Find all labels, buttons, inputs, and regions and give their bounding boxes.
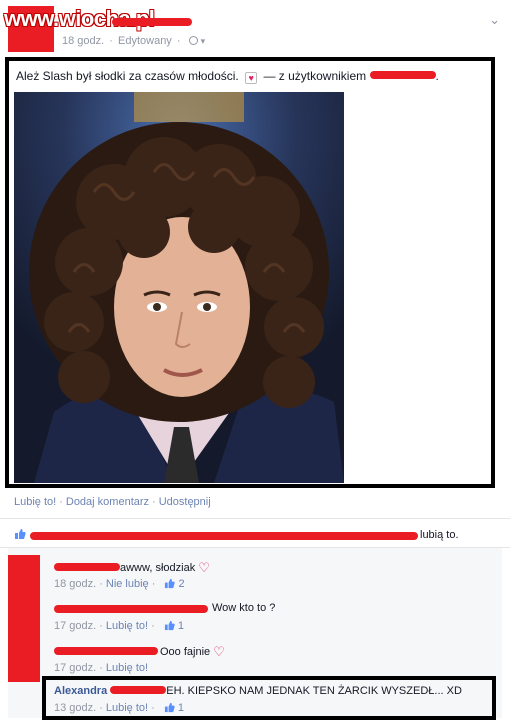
share-link[interactable]: Udostępnij xyxy=(159,496,211,508)
globe-icon[interactable] xyxy=(188,36,198,45)
likes-summary xyxy=(14,528,26,541)
redacted-commenter-name[interactable] xyxy=(54,563,120,571)
tag-prefix: — z użytkownikiem xyxy=(263,69,367,83)
comment-2-text-line: Wow kto to ? xyxy=(212,602,275,614)
divider xyxy=(0,518,510,519)
comment-3-text-line: Ooo fajnie ♡ xyxy=(160,644,225,660)
comment-like-count[interactable]: 1 xyxy=(178,702,184,714)
redacted-commenter-name[interactable] xyxy=(54,605,208,613)
comment-text: Wow kto to ? xyxy=(212,602,276,614)
like-post-link[interactable]: Lubię to! xyxy=(14,496,56,508)
thumbs-up-icon xyxy=(165,578,176,589)
comment-like-count[interactable]: 2 xyxy=(178,578,184,590)
comment-time[interactable]: 18 godz. xyxy=(54,578,96,590)
comment-4-text-line: Alexandra EH. KIEPSKO NAM JEDNAK TEN ŻAR… xyxy=(54,685,462,697)
add-comment-link[interactable]: Dodaj komentarz xyxy=(66,496,149,508)
post-edited-label[interactable]: Edytowany xyxy=(118,35,172,47)
comment-text: EH. KIEPSKO NAM JEDNAK TEN ŻARCIK WYSZED… xyxy=(166,685,462,697)
tag-suffix: . xyxy=(435,69,439,83)
comment-like-link[interactable]: Lubię to! xyxy=(106,702,148,714)
redacted-likers-names[interactable] xyxy=(30,532,418,540)
comment-3-meta: 17 godz. · Lubię to! xyxy=(54,662,149,674)
comment-like-link[interactable]: Lubię to! xyxy=(106,620,148,632)
thumbs-up-icon xyxy=(164,620,175,631)
post-text: Ależ Slash był słodki za czasów młodości… xyxy=(16,69,239,83)
heart-icon: ♡ xyxy=(198,560,210,575)
redacted-commenter-name[interactable] xyxy=(54,647,158,655)
portrait-illustration xyxy=(14,92,344,483)
post-text-line: Ależ Slash był słodki za czasów młodości… xyxy=(16,69,439,84)
post-meta: 18 godz. · Edytowany · ▾ xyxy=(62,35,206,47)
comment-time[interactable]: 17 godz. xyxy=(54,620,96,632)
heart-icon: ♡ xyxy=(213,644,225,659)
post-content-highlight: Ależ Slash był słodki za czasów młodości… xyxy=(5,57,495,488)
comment-text: Ooo fajnie xyxy=(160,646,211,658)
comment-1-text-line: awww, słodziak ♡ xyxy=(120,560,210,576)
privacy-chevron-icon[interactable]: ▾ xyxy=(201,36,206,46)
comment-like-count[interactable]: 1 xyxy=(178,620,184,632)
heart-emoticon-icon: ♥ xyxy=(245,72,258,84)
comment-text: awww, słodziak xyxy=(120,562,196,574)
thumbs-up-icon xyxy=(15,529,26,539)
post-photo[interactable] xyxy=(14,92,344,483)
thumbs-up-icon xyxy=(164,702,175,713)
redacted-commenter-surname[interactable] xyxy=(110,686,167,694)
commenters-avatar-redaction xyxy=(8,555,40,682)
redacted-tagged-user[interactable] xyxy=(369,71,436,79)
facebook-post-card: www.wiocha.pl 18 godz. · Edytowany · ▾ ⌄… xyxy=(0,0,510,722)
comment-1-meta: 18 godz. · Nie lubię · 2 xyxy=(54,578,185,590)
comment-4-meta: 13 godz. · Lubię to! · 1 xyxy=(54,702,184,714)
comment-like-link[interactable]: Lubię to! xyxy=(106,662,148,674)
chevron-down-icon[interactable]: ⌄ xyxy=(489,12,500,28)
comment-2-meta: 17 godz. · Lubię to! · 1 xyxy=(54,620,184,632)
redacted-author-name xyxy=(112,18,192,26)
post-time[interactable]: 18 godz. xyxy=(62,35,104,47)
post-actions: Lubię to! · Dodaj komentarz · Udostępnij xyxy=(14,496,211,508)
likes-text: lubią to. xyxy=(420,529,459,541)
comment-like-link[interactable]: Nie lubię xyxy=(106,578,149,590)
comment-time[interactable]: 17 godz. xyxy=(54,662,96,674)
comment-time[interactable]: 13 godz. xyxy=(54,702,96,714)
comment-author[interactable]: Alexandra xyxy=(54,685,107,697)
